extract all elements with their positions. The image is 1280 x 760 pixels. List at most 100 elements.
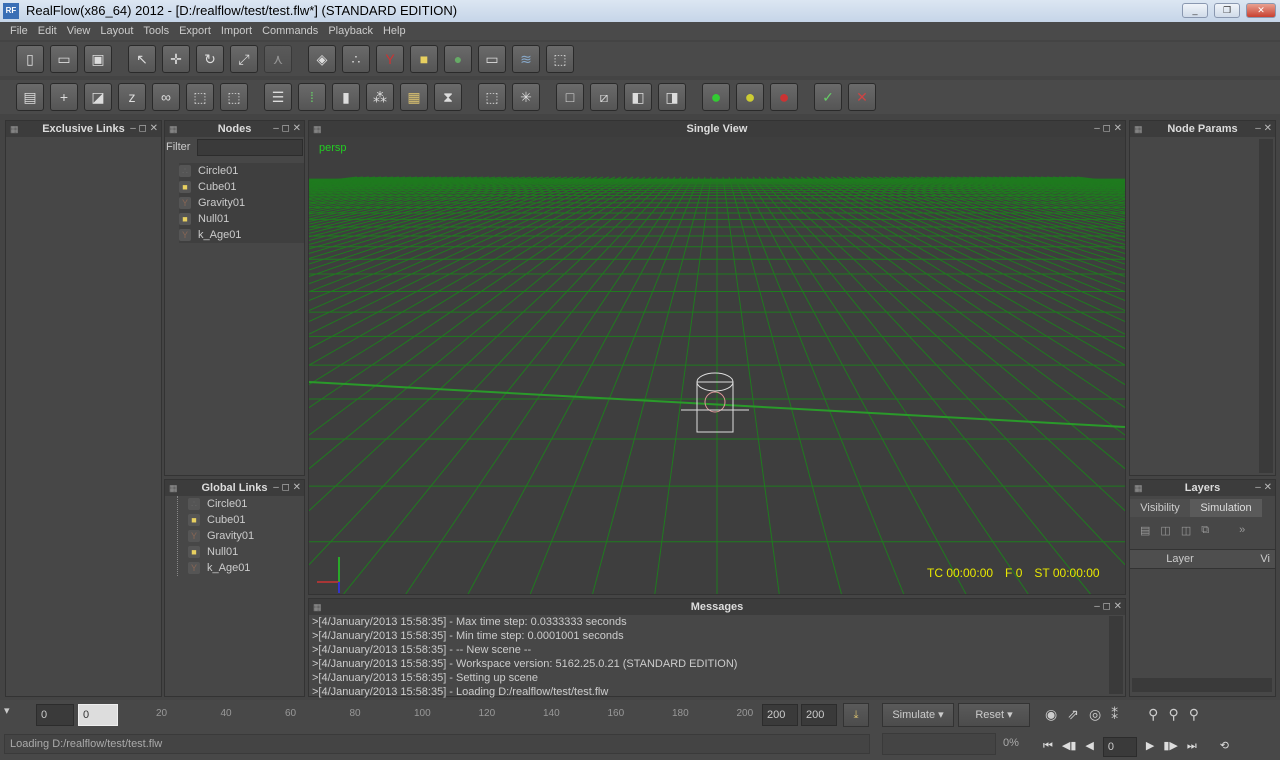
menu-view[interactable]: View [62,22,96,40]
view-star-icon[interactable]: ✳ [512,83,540,111]
timeline-slider[interactable]: 0 20 40 60 80 100 120 140 160 180 200 [76,702,756,728]
link-move-icon[interactable]: + [50,83,78,111]
global-link-item[interactable]: Yk_Age01 [188,560,304,576]
scale-icon[interactable]: ⤢ [230,45,258,73]
timeline-current-frame[interactable]: 0 [78,704,118,726]
panel-controls[interactable]: – ◻ ✕ [273,480,301,496]
more-icon[interactable]: » [1239,524,1245,536]
set-key-icon[interactable]: ⤓ [843,703,869,727]
camera-icon[interactable]: ▭ [478,45,506,73]
minimize-button[interactable]: _ [1182,3,1208,18]
layer-add-icon[interactable]: ◫ [1160,524,1170,537]
save-check-icon[interactable]: ✓ [814,83,842,111]
key-prev-icon[interactable]: ⚲ [1148,705,1158,723]
panel-controls[interactable]: – ◻ ✕ [130,121,158,137]
box-wire-icon[interactable]: ⧄ [590,83,618,111]
open-folder-icon[interactable]: ▭ [50,45,78,73]
panel-controls[interactable]: – ✕ [1255,480,1272,496]
render-icon[interactable]: ◉ [1045,705,1057,723]
node-item[interactable]: ■ Cube01 [179,179,304,195]
link-circle-icon[interactable]: ∞ [152,83,180,111]
layers-hscrollbar[interactable] [1132,678,1272,692]
object-cube-icon[interactable]: ■ [410,45,438,73]
yellow-light-icon[interactable]: ● [736,83,764,111]
red-light-icon[interactable]: ● [770,83,798,111]
menu-playback[interactable]: Playback [323,22,378,40]
box-front-icon[interactable]: □ [556,83,584,111]
column-visibility[interactable]: Vi [1230,550,1270,568]
new-file-icon[interactable]: ▯ [16,45,44,73]
timeline-start-field[interactable]: 0 [36,704,74,726]
export-box-icon[interactable]: ⬚ [186,83,214,111]
node-item[interactable]: Y Gravity01 [179,195,304,211]
particles-icon[interactable]: ⁂ [366,83,394,111]
hourglass-icon[interactable]: ⧗ [434,83,462,111]
import-box-icon[interactable]: ⬚ [220,83,248,111]
move-icon[interactable]: ✛ [162,45,190,73]
menu-tools[interactable]: Tools [138,22,174,40]
loop-icon[interactable]: ⟲ [1220,737,1229,757]
column-layer[interactable]: Layer [1130,550,1230,568]
link-z-icon[interactable]: z [118,83,146,111]
close-button[interactable]: ✕ [1246,3,1276,18]
menu-export[interactable]: Export [174,22,216,40]
link-scale-icon[interactable]: ◪ [84,83,112,111]
menu-import[interactable]: Import [216,22,257,40]
rotate-icon[interactable]: ↻ [196,45,224,73]
key-next-icon[interactable]: ⚲ [1168,705,1178,723]
menu-commands[interactable]: Commands [257,22,323,40]
green-light-icon[interactable]: ● [702,83,730,111]
node-item[interactable]: Yk_Age01 [179,227,304,243]
maximize-button[interactable]: ❐ [1214,3,1240,18]
panel-controls[interactable]: – ◻ ✕ [1094,599,1122,615]
key-tool-icon[interactable]: ⚲ [1189,705,1199,723]
disabled-tool-icon[interactable]: ⋏ [264,45,292,73]
go-start-icon[interactable]: ⏮ [1043,737,1053,757]
panel-controls[interactable]: – ◻ ✕ [273,121,301,137]
key-mode-dropdown[interactable]: ▾ [4,704,32,726]
menu-layout[interactable]: Layout [95,22,138,40]
box-solid-icon[interactable]: ◧ [624,83,652,111]
node-params-scrollbar[interactable] [1259,139,1273,473]
layer-new-icon[interactable]: ⧉ [1201,524,1209,537]
global-link-item[interactable]: ∴ Circle01 [188,496,304,512]
fracture-icon[interactable]: ▦ [400,83,428,111]
emitter-icon[interactable]: ◈ [308,45,336,73]
menu-edit[interactable]: Edit [33,22,62,40]
eye-icon[interactable]: ◎ [1089,705,1101,723]
export-icon[interactable]: ⇗ [1067,705,1079,723]
circle-emitter-icon[interactable]: ∴ [342,45,370,73]
panel-controls[interactable]: – ◻ ✕ [1094,121,1122,137]
select-icon[interactable]: ↖ [128,45,156,73]
reset-button[interactable]: Reset ▾ [958,703,1030,727]
tab-visibility[interactable]: Visibility [1130,499,1190,517]
play-icon[interactable]: ▶ [1146,737,1154,757]
tab-simulation[interactable]: Simulation [1190,499,1262,517]
node-item[interactable]: ∴ Circle01 [179,163,304,179]
daemon-icon[interactable]: Y [376,45,404,73]
simulate-button[interactable]: Simulate ▾ [882,703,954,727]
box-shaded-icon[interactable]: ◨ [658,83,686,111]
link-icon[interactable]: ⁑ [1111,705,1118,723]
go-end-icon[interactable]: ⏭ [1187,737,1197,757]
wave-icon[interactable]: ≋ [512,45,540,73]
step-back-icon[interactable]: ◀▮ [1062,737,1077,757]
global-link-item[interactable]: ■ Null01 [188,544,304,560]
layer-list-icon[interactable]: ▤ [1140,524,1150,537]
node-item[interactable]: ■ Null01 [179,211,304,227]
view-light-icon[interactable]: ⬚ [478,83,506,111]
messages-scrollbar[interactable] [1109,616,1123,694]
batch-script-icon[interactable]: ☰ [264,83,292,111]
viewport-3d[interactable] [309,137,1125,594]
play-back-icon[interactable]: ◀ [1085,737,1093,757]
timeline-max-field[interactable]: 200 [801,704,837,726]
menu-help[interactable]: Help [378,22,411,40]
global-link-item[interactable]: Y Gravity01 [188,528,304,544]
mesh-icon[interactable]: ● [444,45,472,73]
step-forward-icon[interactable]: ▮▶ [1163,737,1178,757]
save-delete-icon[interactable]: ✕ [848,83,876,111]
filter-input[interactable] [197,138,304,156]
panel-controls[interactable]: – ✕ [1255,121,1272,137]
playback-frame-field[interactable]: 0 [1102,737,1137,757]
save-icon[interactable]: ▣ [84,45,112,73]
